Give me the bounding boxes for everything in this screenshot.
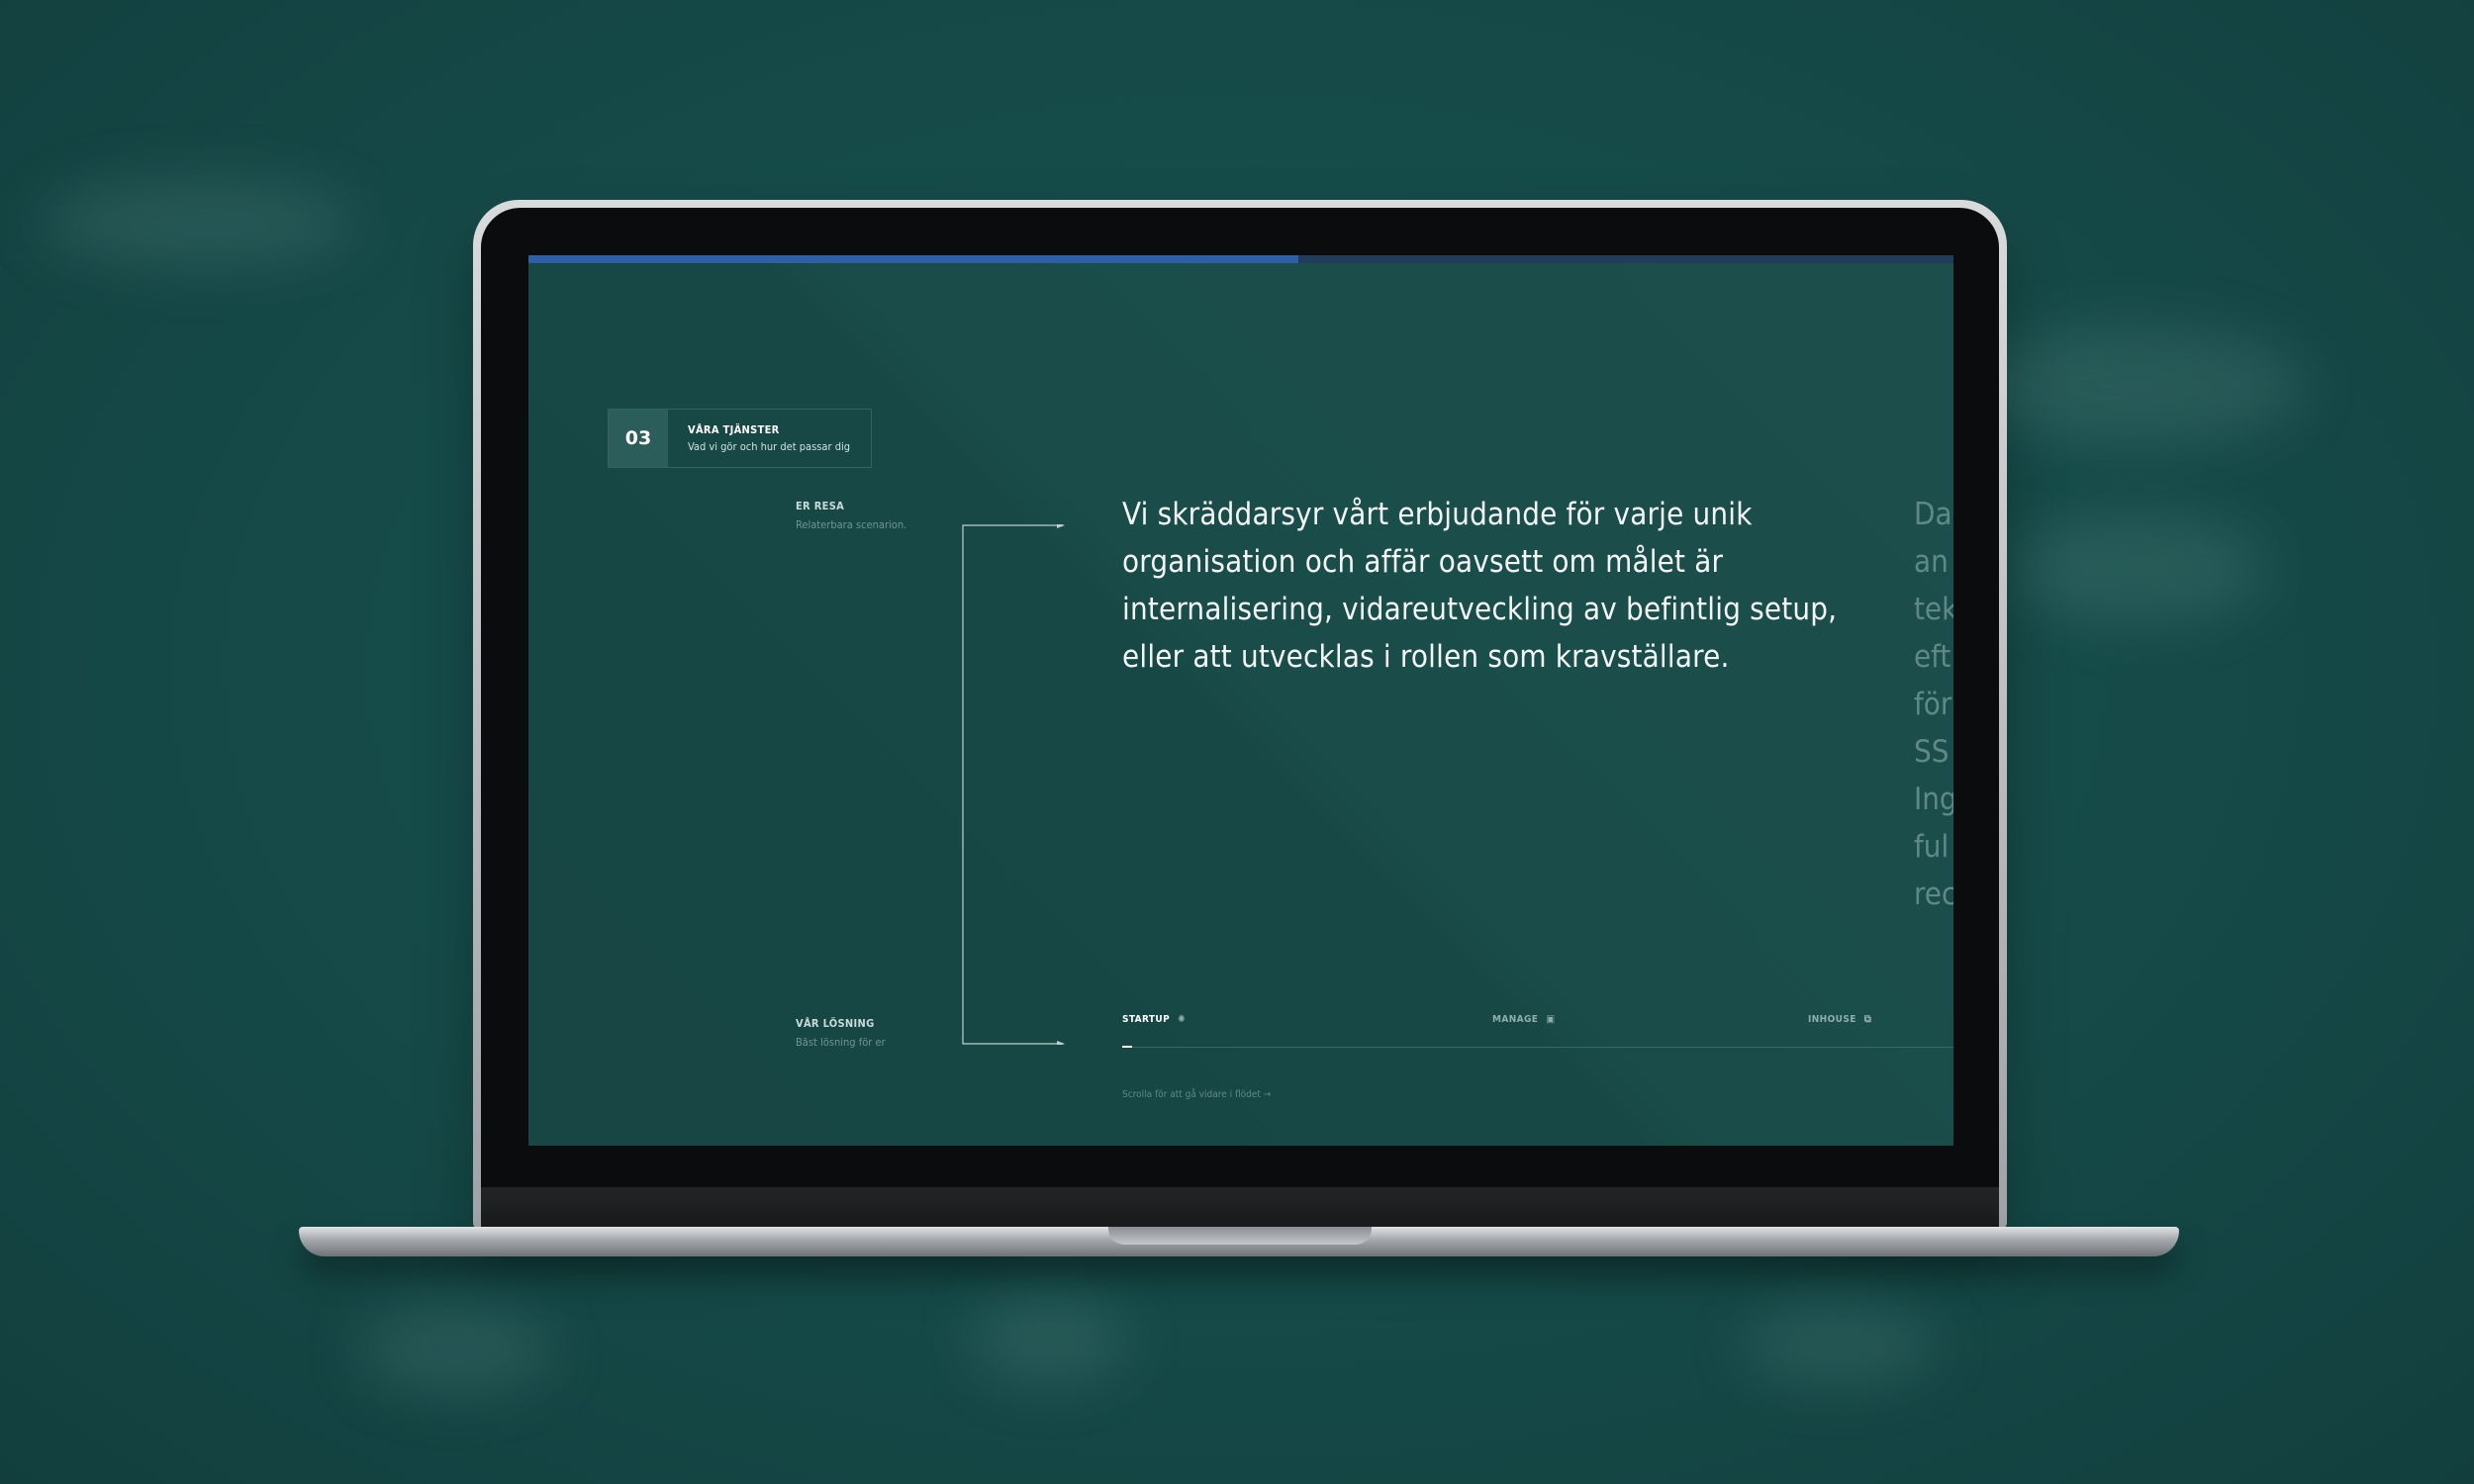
briefcase-icon: ▣	[1546, 1014, 1556, 1025]
journey-start-label: ER RESA Relaterbara scenarion.	[796, 500, 906, 531]
laptop-chin	[481, 1187, 1999, 1227]
progress-bar	[528, 255, 1953, 263]
mockup-stage: 03 VÅRA TJÄNSTER Vad vi gör och hur det …	[0, 0, 2474, 1484]
preview-line: eft	[1914, 639, 1951, 675]
section-number: 03	[609, 410, 668, 467]
journey-start-subtitle: Relaterbara scenarion.	[796, 518, 907, 531]
main-description: Vi skräddarsyr vårt erbjudande för varje…	[1122, 497, 1838, 675]
preview-line: SS	[1914, 734, 1950, 770]
preview-line: Da	[1914, 497, 1952, 532]
journey-bracket	[962, 524, 1065, 1045]
blurred-background-shape	[1969, 326, 2306, 445]
tab-inhouse-label: INHOUSE	[1808, 1014, 1856, 1025]
scroll-hint[interactable]: Scrolla för att gå vidare i flödet →	[1122, 1089, 1271, 1100]
tab-manage[interactable]: MANAGE ▣	[1492, 1014, 1555, 1025]
blurred-background-shape	[356, 1306, 554, 1395]
journey-end-title: VÅR LÖSNING	[796, 1017, 875, 1030]
blurred-background-shape	[2009, 514, 2266, 623]
blurred-background-shape	[1742, 1306, 1940, 1385]
progress-bar-fill	[528, 255, 1298, 263]
next-slide-preview: Da an tek eft för SS Ing ful rec	[1914, 491, 1953, 918]
link-icon: ⧉	[1863, 1014, 1872, 1025]
blurred-background-shape	[970, 1296, 1128, 1385]
tabs-divider	[1122, 1047, 1953, 1048]
tab-inhouse[interactable]: INHOUSE ⧉	[1808, 1014, 1871, 1025]
journey-end-label: VÅR LÖSNING Bäst lösning för er	[796, 1017, 886, 1049]
journey-end-subtitle: Bäst lösning för er	[796, 1036, 886, 1049]
section-title: VÅRA TJÄNSTER	[688, 423, 780, 436]
preview-line: Ing	[1914, 782, 1953, 817]
blurred-background-shape	[40, 178, 356, 267]
laptop-notch	[1108, 1227, 1372, 1245]
active-tab-indicator	[1122, 1046, 1132, 1048]
sun-icon: ✺	[1178, 1014, 1187, 1025]
tab-startup-label: STARTUP	[1122, 1014, 1171, 1025]
preview-line: för	[1914, 687, 1952, 722]
preview-line: an	[1914, 544, 1949, 580]
tab-startup[interactable]: STARTUP ✺	[1122, 1014, 1186, 1025]
preview-line: ful	[1914, 829, 1950, 865]
preview-line: tek	[1914, 592, 1953, 627]
tab-manage-label: MANAGE	[1492, 1014, 1539, 1025]
journey-start-title: ER RESA	[796, 500, 845, 512]
section-header: 03 VÅRA TJÄNSTER Vad vi gör och hur det …	[608, 409, 872, 468]
section-subtitle: Vad vi gör och hur det passar dig	[688, 440, 851, 453]
laptop-screen: 03 VÅRA TJÄNSTER Vad vi gör och hur det …	[528, 255, 1953, 1146]
preview-line: rec	[1914, 877, 1953, 912]
